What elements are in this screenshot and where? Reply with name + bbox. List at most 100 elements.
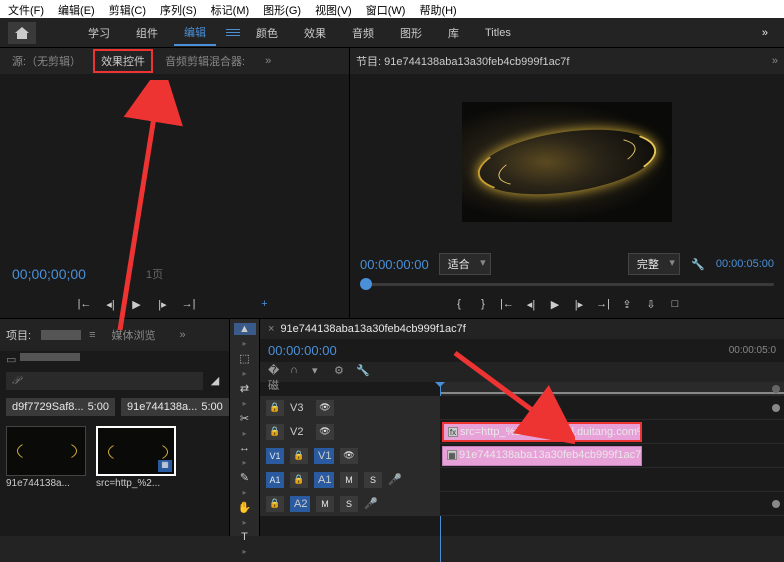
solo-button[interactable]: S: [364, 472, 382, 488]
bin-item[interactable]: 91e744138a...5:00: [121, 398, 229, 416]
step-back-icon[interactable]: ◂|: [103, 296, 119, 312]
go-in-icon[interactable]: |←: [499, 296, 515, 312]
workspace-learn[interactable]: 学习: [78, 21, 120, 45]
program-timecode[interactable]: 00:00:00:00: [360, 257, 429, 272]
step-fwd-icon[interactable]: |▸: [571, 296, 587, 312]
hand-tool[interactable]: ✋: [234, 501, 256, 514]
lock-icon[interactable]: 🔒: [266, 400, 284, 416]
solo-button[interactable]: S: [340, 496, 358, 512]
link-icon[interactable]: ∩: [290, 364, 306, 380]
program-scrubber[interactable]: [360, 283, 774, 286]
project-item[interactable]: ▦ src=http_%2...: [96, 426, 176, 489]
workspace-graphics[interactable]: 图形: [390, 21, 432, 45]
workspace-more[interactable]: »: [754, 23, 776, 43]
lock-icon[interactable]: 🔒: [266, 424, 284, 440]
mic-icon[interactable]: 🎤: [388, 473, 402, 486]
search-input[interactable]: [6, 372, 203, 390]
type-tool[interactable]: T: [234, 531, 256, 543]
ripple-tool[interactable]: ⇄: [234, 382, 256, 395]
extract-icon[interactable]: ⇩: [643, 296, 659, 312]
source-panel: 源:（无剪辑） 效果控件 音频剪辑混合器: » 00;00;00;00 1页 |…: [0, 48, 350, 318]
resolution-dropdown[interactable]: 完整: [628, 253, 680, 275]
mark-in-icon[interactable]: |←: [77, 296, 93, 312]
mute-button[interactable]: M: [340, 472, 358, 488]
eye-icon[interactable]: 👁: [340, 448, 358, 464]
menu-mark[interactable]: 标记(M): [211, 2, 250, 16]
step-back-icon[interactable]: ◂|: [523, 296, 539, 312]
add-marker-icon[interactable]: +: [257, 296, 273, 312]
zoom-dropdown[interactable]: 适合: [439, 253, 491, 275]
eye-icon[interactable]: 👁: [316, 400, 334, 416]
play-icon[interactable]: ▶: [129, 296, 145, 312]
pen-tool[interactable]: ✎: [234, 471, 256, 484]
mark-out-icon[interactable]: }: [475, 296, 491, 312]
workspace-lib[interactable]: 库: [438, 21, 469, 45]
settings-icon[interactable]: ⚙: [334, 364, 350, 380]
tab-effect-controls[interactable]: 效果控件: [93, 49, 153, 73]
lift-icon[interactable]: ⇪: [619, 296, 635, 312]
tool-palette: ▲▸ ⬚▸ ⇄▸ ✂▸ ↔▸ ✎▸ ✋▸ T▸: [230, 319, 260, 536]
clip-v2[interactable]: fxsrc=http_%2F%2Fb-ssl.duitang.com%2Fu: [442, 422, 642, 442]
project-item[interactable]: 91e744138a...: [6, 426, 86, 489]
home-button[interactable]: [8, 22, 36, 44]
tab-source-more[interactable]: »: [257, 51, 279, 71]
menu-clip[interactable]: 剪辑(C): [109, 2, 146, 16]
workspace-audio[interactable]: 音频: [342, 21, 384, 45]
tab-project[interactable]: 项目:: [6, 327, 31, 343]
marker-icon[interactable]: ▾: [312, 364, 328, 380]
menu-help[interactable]: 帮助(H): [419, 2, 456, 16]
eye-icon[interactable]: 👁: [316, 424, 334, 440]
lock-icon[interactable]: 🔒: [290, 448, 308, 464]
play-icon[interactable]: ▶: [547, 296, 563, 312]
bin-item[interactable]: d9f7729Saf8...5:00: [6, 398, 115, 416]
menu-window[interactable]: 窗口(W): [366, 2, 406, 16]
wrench-icon[interactable]: 🔧: [690, 256, 706, 272]
lock-icon[interactable]: 🔒: [290, 472, 308, 488]
program-tab-more[interactable]: »: [772, 55, 778, 67]
workspace-effects[interactable]: 效果: [294, 21, 336, 45]
track-select-tool[interactable]: ⬚: [234, 352, 256, 365]
track-v2: 🔒V2👁 fxsrc=http_%2F%2Fb-ssl.duitang.com%…: [260, 420, 784, 444]
tab-project-more[interactable]: »: [171, 325, 193, 345]
mic-icon[interactable]: 🎤: [364, 497, 378, 510]
menu-edit[interactable]: 编辑(E): [58, 2, 95, 16]
filter-icon[interactable]: ◢: [207, 372, 223, 388]
source-patch[interactable]: V1: [266, 448, 284, 464]
step-fwd-icon[interactable]: |▸: [155, 296, 171, 312]
workspace-menu-icon[interactable]: [226, 29, 240, 36]
menu-sequence[interactable]: 序列(S): [160, 2, 197, 16]
sequence-tab[interactable]: 91e744138aba13a30feb4cb999f1ac7f: [280, 323, 465, 335]
menu-graphics[interactable]: 图形(G): [263, 2, 301, 16]
mark-out-icon[interactable]: →|: [181, 296, 197, 312]
selection-tool[interactable]: ▲: [234, 323, 256, 335]
tab-media-browser[interactable]: 媒体浏览: [103, 323, 163, 347]
thumb-label: src=http_%2...: [96, 476, 176, 489]
menu-view[interactable]: 视图(V): [315, 2, 352, 16]
timeline-timecode[interactable]: 00:00:00:00: [268, 343, 337, 358]
lock-icon[interactable]: 🔒: [266, 496, 284, 512]
workspace-assembly[interactable]: 组件: [126, 21, 168, 45]
source-timecode[interactable]: 00;00;00;00: [12, 266, 86, 282]
mute-button[interactable]: M: [316, 496, 334, 512]
menu-file[interactable]: 文件(F): [8, 2, 44, 16]
workspace-edit[interactable]: 编辑: [174, 20, 216, 46]
workspace-titles[interactable]: Titles: [475, 23, 521, 43]
slip-tool[interactable]: ↔: [234, 442, 256, 454]
tab-source[interactable]: 源:（无剪辑）: [4, 49, 89, 73]
razor-tool[interactable]: ✂: [234, 412, 256, 425]
source-patch[interactable]: A1: [266, 472, 284, 488]
time-ruler[interactable]: [440, 382, 784, 396]
bin-icon[interactable]: ▭: [6, 353, 16, 366]
mark-in-icon[interactable]: {: [451, 296, 467, 312]
wrench-icon[interactable]: 🔧: [356, 364, 372, 380]
workspace-color[interactable]: 颜色: [246, 21, 288, 45]
source-page-indicator: 1页: [146, 266, 163, 282]
clip-v1[interactable]: ▦91e744138aba13a30feb4cb999f1ac7f.jpeg: [442, 446, 642, 466]
program-monitor[interactable]: [350, 74, 784, 249]
track-a1: A1🔒A1MS🎤: [260, 468, 784, 492]
program-title[interactable]: 节目: 91e744138aba13a30feb4cb999f1ac7f: [356, 53, 569, 69]
snap-icon[interactable]: �磁: [268, 364, 284, 380]
export-frame-icon[interactable]: □: [667, 296, 683, 312]
go-out-icon[interactable]: →|: [595, 296, 611, 312]
tab-audio-mixer[interactable]: 音频剪辑混合器:: [157, 49, 253, 73]
